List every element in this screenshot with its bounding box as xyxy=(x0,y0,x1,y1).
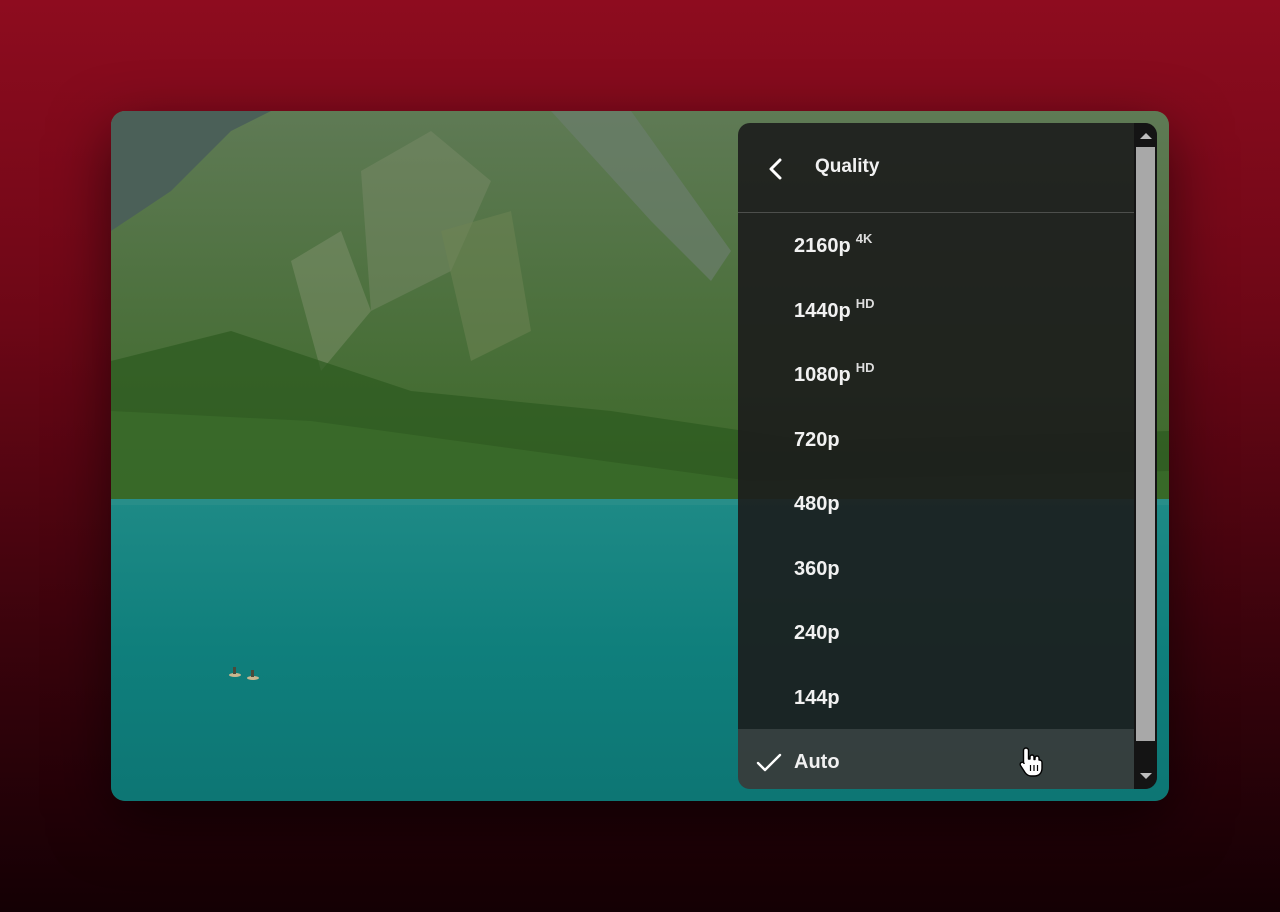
option-label: 240p xyxy=(794,622,840,644)
option-label: 360p xyxy=(794,557,840,580)
option-badge: HD xyxy=(855,295,875,311)
option-label: Auto xyxy=(794,751,840,773)
menu-scrollbar[interactable] xyxy=(1134,123,1157,789)
scroll-thumb[interactable] xyxy=(1136,147,1155,741)
option-label: 2160p xyxy=(794,235,851,257)
option-label: 480p xyxy=(794,493,840,515)
quality-option-144p[interactable]: 144p xyxy=(738,665,1134,730)
quality-option-2160p[interactable]: 2160p 4K xyxy=(738,213,1134,278)
option-label: 720p xyxy=(794,428,840,451)
menu-header: Quality xyxy=(738,123,1134,213)
quality-option-auto[interactable]: Auto xyxy=(738,729,1134,789)
scroll-down-arrow-icon[interactable] xyxy=(1140,773,1152,779)
quality-options: 2160p 4K 1440p HD 1080p HD 720p 480p 360p 2… xyxy=(738,213,1134,789)
chevron-left-icon xyxy=(769,158,782,180)
video-player[interactable]: Quality 2160p 4K 1440p HD 1080p HD 720p 480… xyxy=(111,111,1169,801)
scroll-up-arrow-icon[interactable] xyxy=(1140,133,1152,139)
quality-option-720p[interactable]: 720p xyxy=(738,407,1134,472)
option-badge: HD xyxy=(855,360,875,375)
menu-title: Quality xyxy=(815,156,880,177)
quality-option-1080p[interactable]: 1080p HD xyxy=(738,342,1134,407)
option-badge: 4K xyxy=(855,231,873,246)
option-label: 1080p xyxy=(794,364,851,386)
quality-option-1440p[interactable]: 1440p HD xyxy=(738,278,1134,343)
quality-option-360p[interactable]: 360p xyxy=(738,536,1134,601)
back-button[interactable] xyxy=(760,153,792,185)
quality-option-480p[interactable]: 480p xyxy=(738,471,1134,536)
quality-menu: Quality 2160p 4K 1440p HD 1080p HD 720p 480… xyxy=(738,123,1157,789)
option-label: 1440p xyxy=(794,299,851,322)
quality-option-240p[interactable]: 240p xyxy=(738,600,1134,665)
checkmark-icon xyxy=(756,753,782,772)
option-label: 144p xyxy=(794,686,840,709)
